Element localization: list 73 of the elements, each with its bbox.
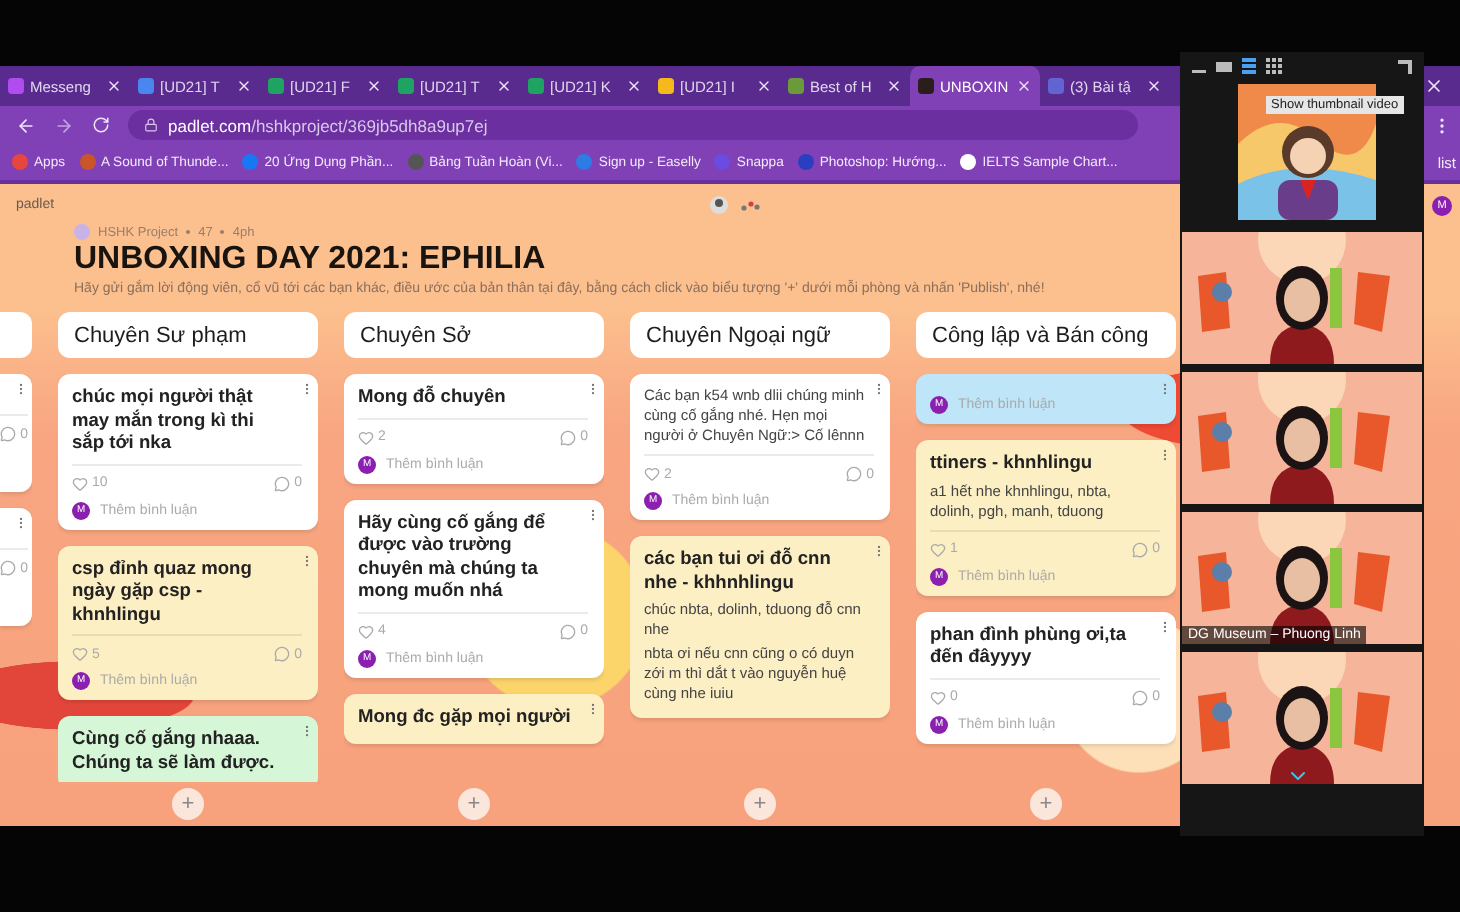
close-icon[interactable] bbox=[756, 78, 772, 94]
more-icon[interactable] bbox=[872, 544, 886, 558]
close-icon[interactable] bbox=[366, 78, 382, 94]
heart-icon bbox=[930, 541, 946, 557]
more-icon[interactable] bbox=[300, 553, 314, 567]
comment-icon bbox=[274, 475, 291, 491]
column-header: Chuyên Sư phạm bbox=[58, 312, 318, 358]
reload-icon[interactable] bbox=[92, 116, 110, 134]
post-title: Cùng cố gắng nhaaa. Chúng ta sẽ làm được. bbox=[72, 728, 277, 774]
avatar-icon bbox=[74, 224, 90, 240]
close-icon[interactable] bbox=[1016, 78, 1032, 94]
comment-icon bbox=[1132, 541, 1149, 557]
post-title: các bạn tui ơi đỗ cnn nhe - khhnhlingu bbox=[644, 548, 833, 594]
close-icon[interactable] bbox=[1146, 78, 1162, 94]
add-post-button[interactable]: + bbox=[744, 788, 776, 820]
post-card[interactable]: Mong đc gặp mọi người bbox=[344, 693, 604, 744]
grid-icon[interactable] bbox=[1266, 58, 1282, 74]
post-title: ttiners - khnhlingu bbox=[930, 452, 1095, 475]
heart-icon bbox=[72, 646, 88, 662]
add-post-button[interactable]: + bbox=[172, 788, 204, 820]
lock-icon bbox=[144, 118, 158, 132]
close-icon[interactable] bbox=[626, 78, 642, 94]
window-icon[interactable] bbox=[1216, 59, 1232, 73]
column-header: Công lập và Bán công bbox=[916, 312, 1176, 358]
comment-icon bbox=[0, 426, 17, 442]
comment-icon bbox=[846, 466, 863, 482]
more-icon[interactable] bbox=[300, 724, 314, 738]
forward-icon[interactable] bbox=[54, 115, 74, 135]
separator-icon bbox=[186, 230, 191, 234]
heart-icon bbox=[358, 623, 374, 639]
padlet-title: UNBOXING DAY 2021: EPHILIA bbox=[74, 242, 548, 278]
column-header bbox=[0, 312, 32, 358]
close-icon[interactable] bbox=[496, 78, 512, 94]
list-icon[interactable] bbox=[1242, 58, 1256, 74]
more-icon[interactable] bbox=[586, 507, 600, 521]
corner-icon[interactable] bbox=[1398, 59, 1412, 73]
comment-icon bbox=[560, 429, 577, 445]
more-icon[interactable] bbox=[1158, 448, 1172, 462]
post-title: phan đình phùng ơi,ta đến đâyyyy bbox=[930, 623, 1129, 669]
post-title: chúc mọi người thật may mắn trong kì thi sắp tới nka bbox=[72, 386, 256, 455]
more-icon[interactable] bbox=[300, 382, 314, 396]
comment-icon bbox=[1132, 689, 1149, 705]
heart-icon bbox=[72, 475, 88, 491]
more-icon[interactable] bbox=[586, 701, 600, 715]
close-icon[interactable] bbox=[236, 78, 252, 94]
close-icon[interactable] bbox=[886, 78, 902, 94]
heart-icon bbox=[644, 466, 660, 482]
post-card[interactable]: Cùng cố gắng nhaaa. Chúng ta sẽ làm được. bbox=[58, 716, 318, 782]
more-icon[interactable] bbox=[1158, 619, 1172, 633]
dots-icon[interactable] bbox=[740, 199, 761, 211]
heart-icon bbox=[930, 689, 946, 705]
post-title: csp đỉnh quaz mong ngày gặp csp - khnhlingu bbox=[72, 557, 254, 626]
comment-icon bbox=[560, 623, 577, 639]
more-icon[interactable] bbox=[586, 382, 600, 396]
address-field[interactable]: padlet.com/hshkproject/369jb5dh8a9up7ej bbox=[128, 110, 1138, 140]
comment-icon bbox=[274, 646, 291, 662]
add-post-button[interactable]: + bbox=[1030, 788, 1062, 820]
user-icon[interactable] bbox=[710, 196, 729, 214]
more-icon[interactable] bbox=[872, 382, 886, 396]
post-title: Hãy cùng cố gắng để được vào trường chuyên mà chúng ta mong muốn nhá bbox=[358, 511, 548, 603]
column-header: Chuyên Sở bbox=[344, 312, 604, 358]
more-icon[interactable] bbox=[14, 382, 28, 396]
more-icon[interactable] bbox=[14, 516, 28, 530]
column-header: Chuyên Ngoại ngữ bbox=[630, 312, 890, 358]
close-icon[interactable] bbox=[106, 78, 122, 94]
post-title: Mong đc gặp mọi người bbox=[358, 705, 573, 728]
heart-icon bbox=[358, 429, 374, 445]
back-icon[interactable] bbox=[16, 115, 36, 135]
more-icon[interactable] bbox=[1158, 382, 1172, 396]
add-post-button[interactable]: + bbox=[458, 788, 490, 820]
separator-icon bbox=[220, 230, 225, 234]
comment-icon bbox=[0, 560, 17, 576]
post-title: Mong đỗ chuyên bbox=[358, 386, 508, 409]
